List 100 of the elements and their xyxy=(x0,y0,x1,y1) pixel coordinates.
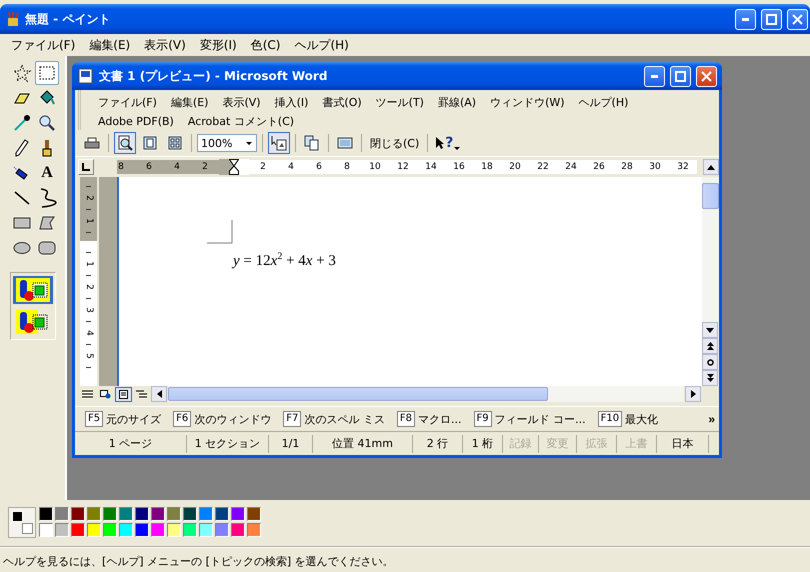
color-swatch[interactable] xyxy=(247,523,261,537)
page-zoom-icon xyxy=(271,135,287,151)
color-swatch[interactable] xyxy=(103,523,117,537)
color-swatch[interactable] xyxy=(167,523,181,537)
shapes-icon xyxy=(15,277,51,303)
tool-button[interactable] xyxy=(35,61,59,85)
color-swatch[interactable] xyxy=(199,507,213,521)
maximize-icon xyxy=(766,14,777,24)
minimize-button[interactable] xyxy=(644,66,665,86)
color-swatch[interactable] xyxy=(215,523,229,537)
scroll-thumb[interactable] xyxy=(702,183,719,209)
function-key-button[interactable]: F7 次のスペル ミス xyxy=(283,411,385,427)
zoom-dropdown[interactable]: 100% xyxy=(197,134,257,152)
close-icon xyxy=(792,14,803,24)
color-swatch[interactable] xyxy=(183,507,197,521)
function-key-button[interactable]: F5 元のサイズ xyxy=(85,411,162,427)
scroll-down-button[interactable] xyxy=(702,322,718,338)
view-icon xyxy=(82,390,93,398)
menu-item[interactable]: 変形(I) xyxy=(192,34,244,56)
menu-item[interactable]: ツール(T) xyxy=(368,93,431,112)
eyedropper-icon xyxy=(12,113,32,133)
close-preview-button[interactable]: 閉じる(C) xyxy=(367,132,422,154)
foreground-color[interactable] xyxy=(12,511,23,522)
function-key-button[interactable]: F6 次のウィンドウ xyxy=(173,411,272,427)
color-swatch[interactable] xyxy=(55,523,69,537)
color-swatch[interactable] xyxy=(167,507,181,521)
menu-item[interactable]: 編集(E) xyxy=(82,34,138,56)
ruler-number: 2 xyxy=(259,162,267,172)
ruler-number: 4 xyxy=(82,330,94,336)
menu-item[interactable]: 挿入(I) xyxy=(268,93,316,112)
scroll-left-button[interactable] xyxy=(151,386,167,402)
color-swatch[interactable] xyxy=(199,523,213,537)
maximize-button[interactable] xyxy=(670,66,691,86)
status-item: 上書 xyxy=(617,434,657,452)
color-swatch[interactable] xyxy=(55,507,69,521)
color-swatch[interactable] xyxy=(119,523,133,537)
color-swatch[interactable] xyxy=(151,507,165,521)
toolbar-button[interactable] xyxy=(114,132,136,154)
background-color[interactable] xyxy=(22,523,33,534)
color-swatch[interactable] xyxy=(87,507,101,521)
color-swatch[interactable] xyxy=(151,523,165,537)
color-swatch[interactable] xyxy=(231,507,245,521)
horizontal-scrollbar[interactable] xyxy=(168,386,684,402)
menu-item[interactable]: Adobe PDF(B) xyxy=(91,112,181,131)
maximize-button[interactable] xyxy=(761,8,782,30)
menu-item[interactable]: Acrobat コメント(C) xyxy=(180,112,302,131)
tool-button[interactable]: A xyxy=(35,161,59,185)
color-swatch[interactable] xyxy=(103,507,117,521)
menu-item[interactable]: ウィンドウ(W) xyxy=(483,93,572,112)
toolbar-button[interactable] xyxy=(268,132,290,154)
circle-icon xyxy=(706,358,714,366)
color-swatch[interactable] xyxy=(87,523,101,537)
color-swatch[interactable] xyxy=(183,523,197,537)
transparency-option[interactable] xyxy=(13,276,53,304)
function-key-button[interactable]: F8 マクロ... xyxy=(396,411,462,427)
menu-item[interactable]: ファイル(F) xyxy=(91,93,164,112)
menu-item[interactable]: 書式(O) xyxy=(315,93,369,112)
menu-item[interactable]: 表示(V) xyxy=(137,34,193,56)
close-button[interactable] xyxy=(696,66,717,86)
previous-page-button[interactable] xyxy=(702,338,718,354)
scroll-up-button[interactable] xyxy=(703,159,719,175)
star-selection-icon xyxy=(12,63,32,83)
close-button[interactable] xyxy=(787,8,808,30)
ruler-number: 2 xyxy=(82,195,94,201)
ruler-number: 8 xyxy=(343,162,351,172)
color-swatch[interactable] xyxy=(247,507,261,521)
color-swatch[interactable] xyxy=(39,507,53,521)
magnifier-icon xyxy=(37,113,57,133)
function-key-button[interactable]: F9 フィールド コー... xyxy=(474,411,586,427)
color-swatch[interactable] xyxy=(135,507,149,521)
vertical-scrollbar[interactable] xyxy=(702,177,719,386)
function-key-button[interactable]: F10 最大化 xyxy=(598,411,658,427)
color-swatch[interactable] xyxy=(231,523,245,537)
ruler-number: 18 xyxy=(480,162,494,172)
color-swatch[interactable] xyxy=(39,523,53,537)
color-swatch[interactable] xyxy=(119,507,133,521)
menu-item[interactable]: 色(C) xyxy=(244,34,288,56)
menu-item[interactable]: ヘルプ(H) xyxy=(287,34,356,56)
status-item: 1/1 xyxy=(269,434,313,452)
color-swatch[interactable] xyxy=(215,507,229,521)
scroll-right-button[interactable] xyxy=(685,386,701,402)
browse-object-button[interactable] xyxy=(702,354,718,370)
menu-item[interactable]: 罫線(A) xyxy=(430,93,484,112)
more-button[interactable]: » xyxy=(708,412,715,426)
menu-item[interactable]: 編集(E) xyxy=(164,93,216,112)
scroll-thumb[interactable] xyxy=(168,387,548,401)
tab-stop-button[interactable] xyxy=(78,159,94,175)
menu-item[interactable]: ヘルプ(H) xyxy=(572,93,636,112)
help-button[interactable]: ? xyxy=(433,132,464,154)
view-button[interactable] xyxy=(115,386,132,402)
next-page-button[interactable] xyxy=(702,370,718,386)
menu-item[interactable]: 表示(V) xyxy=(215,93,268,112)
color-swatch[interactable] xyxy=(71,523,85,537)
minimize-button[interactable] xyxy=(735,8,756,30)
ruler-number: 4 xyxy=(287,162,295,172)
key-cap: F10 xyxy=(598,411,622,427)
indent-marker-icon[interactable] xyxy=(229,159,239,175)
menu-item[interactable]: ファイル(F) xyxy=(4,34,82,56)
color-swatch[interactable] xyxy=(135,523,149,537)
color-swatch[interactable] xyxy=(71,507,85,521)
